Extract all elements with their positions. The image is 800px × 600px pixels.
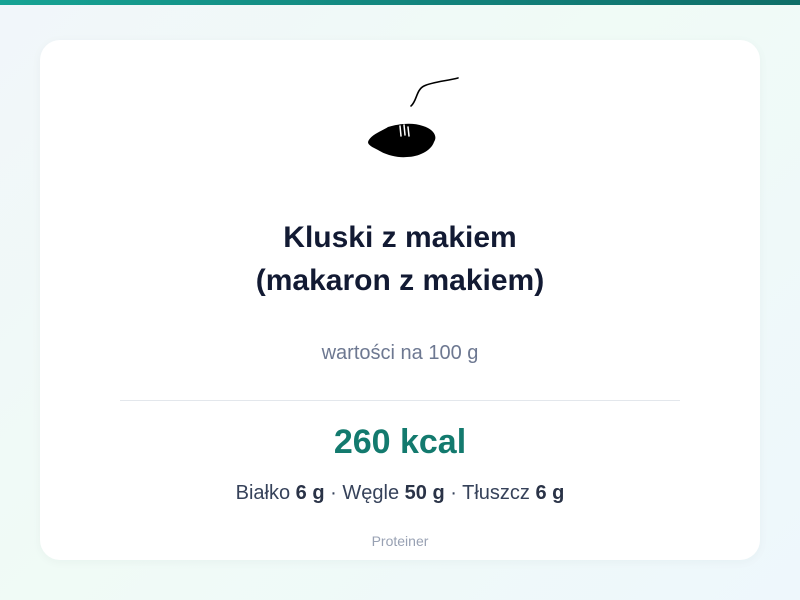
serving-basis: wartości na 100 g (321, 342, 479, 364)
calorie-value: 260 kcal (333, 423, 467, 461)
recipe-title-line-1: Kluski z makiem (283, 221, 517, 254)
recipe-title: Kluski z makiem (makaron z makiem) (40, 216, 760, 302)
noodles-with-poppy-seeds-icon (368, 77, 459, 158)
macro-separator: · (450, 482, 457, 504)
divider (120, 400, 680, 401)
top-accent-bar (0, 0, 800, 5)
brand-footer: Proteiner (371, 533, 429, 549)
protein-label: Białko (235, 482, 291, 504)
fat-label: Tłuszcz (462, 482, 530, 504)
macro-separator: · (330, 482, 337, 504)
protein-value: 6 g (295, 482, 325, 504)
macros-row: Białko 6 g · Węgle 50 g · Tłuszcz 6 g (40, 480, 760, 506)
carbs-label: Węgle (342, 482, 400, 504)
carbs-value: 50 g (404, 482, 445, 504)
fat-value: 6 g (535, 482, 565, 504)
recipe-title-line-2: (makaron z makiem) (255, 264, 545, 297)
